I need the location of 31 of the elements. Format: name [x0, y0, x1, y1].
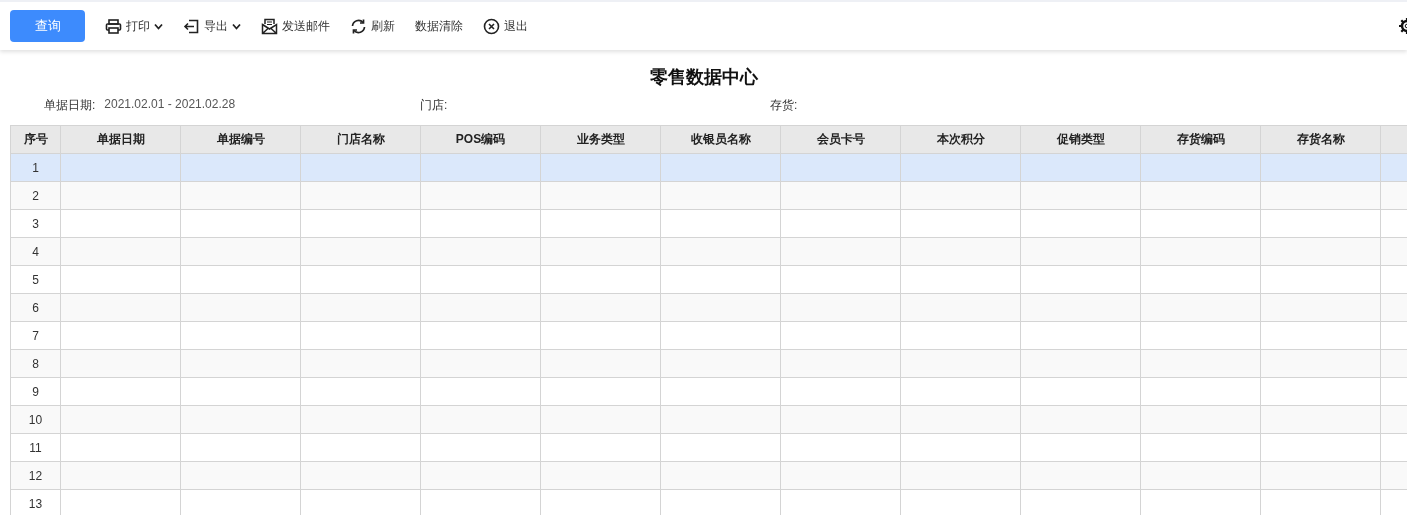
table-row[interactable]: 7 [11, 322, 1407, 350]
caret-icon [232, 21, 241, 31]
table-row[interactable]: 6 [11, 294, 1407, 322]
table-row[interactable]: 12 [11, 462, 1407, 490]
print-icon [105, 17, 122, 35]
table-row[interactable]: 4 [11, 238, 1407, 266]
toolbar-button[interactable]: 刷新 [342, 10, 403, 42]
caret-icon [154, 21, 163, 31]
row-number: 13 [11, 490, 61, 515]
envelope-icon [261, 17, 278, 35]
table-row[interactable]: 5 [11, 266, 1407, 294]
filter-label: 存货: [770, 96, 798, 114]
filter-label: 单据日期: [44, 96, 96, 114]
table-row[interactable]: 9 [11, 378, 1407, 406]
filter-label: 门店: [420, 96, 448, 114]
toolbar-button[interactable]: 数据清除 [407, 10, 471, 42]
table-row[interactable]: 2 [11, 182, 1407, 210]
toolbar-button[interactable]: 打印 [97, 10, 171, 42]
table-row[interactable]: 10 [11, 406, 1407, 434]
toolbar-button[interactable]: 发送邮件 [253, 10, 338, 42]
page-title: 零售数据中心 [648, 66, 759, 89]
table-row[interactable]: 1 [11, 154, 1407, 182]
refresh-icon [350, 17, 367, 35]
toolbar-button[interactable]: 导出 [175, 10, 249, 42]
filter-value: 2021.02.01 - 2021.02.28 [104, 96, 236, 113]
table-row[interactable]: 3 [11, 210, 1407, 238]
table-row[interactable]: 8 [11, 350, 1407, 378]
export-icon [183, 17, 200, 35]
close-icon [483, 17, 500, 35]
table-row[interactable]: 11 [11, 434, 1407, 462]
toolbar-button[interactable]: 退出 [475, 10, 536, 42]
